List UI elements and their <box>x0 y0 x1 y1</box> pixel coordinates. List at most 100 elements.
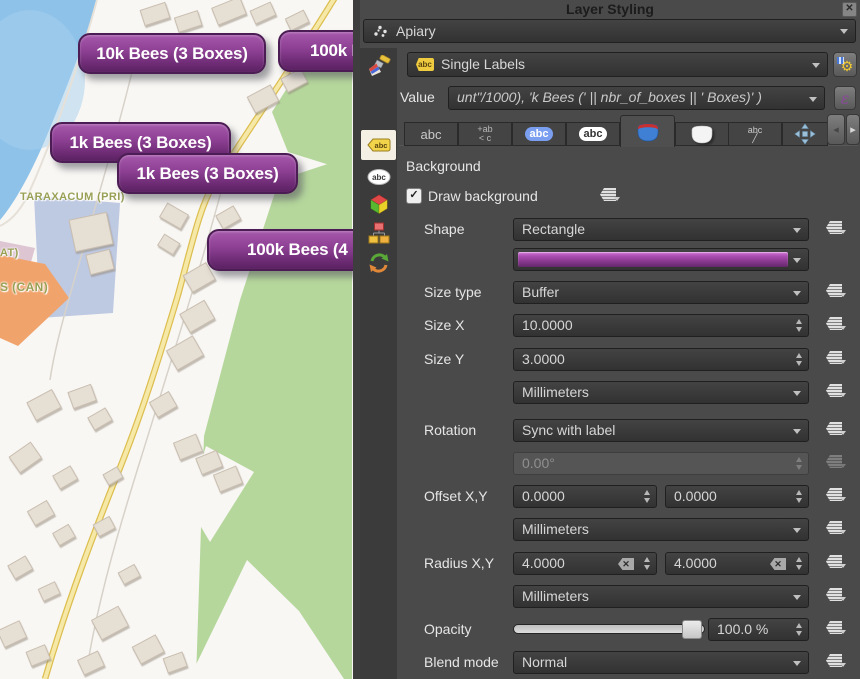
size-units-value: Millimeters <box>522 384 589 400</box>
blend-mode-label: Blend mode <box>424 651 499 674</box>
tab-scroll-right-button[interactable]: ▸ <box>846 114 860 145</box>
size-y-label: Size Y <box>424 348 464 371</box>
offset-x-value: 0.0000 <box>522 488 565 504</box>
svg-text:abc: abc <box>372 173 386 182</box>
tab-callouts[interactable]: abc╱ <box>728 122 782 146</box>
size-x-spinbox[interactable]: 10.0000 <box>513 314 809 337</box>
offset-x-spinbox[interactable]: 0.0000 <box>513 485 657 508</box>
radius-units-dropdown[interactable]: Millimeters <box>513 585 809 608</box>
rotation-label: Rotation <box>424 419 476 442</box>
rotation-angle-spinbox: 0.00° <box>513 452 809 475</box>
expression-text: unt"/1000), 'k Bees (' || nbr_of_boxes |… <box>457 89 762 105</box>
rotation-mode-value: Sync with label <box>522 422 615 438</box>
opacity-spinbox[interactable]: 100.0 % <box>708 618 809 641</box>
qgis-window: TARAXACUM (PRI) AT) S (CAN) 10k Bees (3 … <box>0 0 860 679</box>
clear-value-icon[interactable]: ✕ <box>770 558 786 570</box>
map-label-bubble: 1k Bees (3 Boxes) <box>117 153 298 194</box>
data-defined-override-button[interactable] <box>826 316 846 333</box>
opacity-slider[interactable] <box>513 624 705 634</box>
map-basemap <box>0 0 353 679</box>
offset-units-dropdown[interactable]: Millimeters <box>513 518 809 541</box>
data-defined-override-button <box>826 454 846 471</box>
place-label-can: S (CAN) <box>0 280 48 294</box>
opacity-slider-handle[interactable] <box>682 620 702 639</box>
automated-placement-button[interactable]: ⚙ <box>833 52 857 77</box>
label-mode-dropdown[interactable]: abc Single Labels <box>407 52 828 77</box>
data-defined-override-button[interactable] <box>600 187 620 204</box>
paintbrush-icon <box>367 55 391 79</box>
sidebar-item-labels[interactable]: abc <box>361 130 396 160</box>
layer-styling-panel: Layer Styling ✕ Apiary <box>360 0 860 679</box>
size-type-label: Size type <box>424 281 482 304</box>
tab-background[interactable] <box>620 115 675 147</box>
data-defined-override-button[interactable] <box>826 520 846 537</box>
data-defined-override-button[interactable] <box>826 383 846 400</box>
size-x-label: Size X <box>424 314 464 337</box>
size-y-spinbox[interactable]: 3.0000 <box>513 348 809 371</box>
blend-mode-dropdown[interactable]: Normal <box>513 651 809 674</box>
shape-dropdown[interactable]: Rectangle <box>513 218 809 241</box>
fill-color-dropdown[interactable] <box>513 248 809 271</box>
offset-label: Offset X,Y <box>424 485 488 508</box>
tab-buffer[interactable]: abc <box>512 122 566 146</box>
layer-selector[interactable]: Apiary <box>363 19 856 43</box>
data-defined-override-button[interactable] <box>826 587 846 604</box>
offset-y-spinbox[interactable]: 0.0000 <box>665 485 809 508</box>
opacity-label: Opacity <box>424 618 471 641</box>
radius-x-spinbox[interactable]: 4.0000 ✕ <box>513 552 657 575</box>
label-tag-icon: abc <box>416 58 434 71</box>
data-defined-override-button[interactable] <box>826 350 846 367</box>
sidebar-item-symbology[interactable] <box>361 53 396 81</box>
map-label-text: 100k B <box>310 41 353 61</box>
close-icon[interactable]: ✕ <box>842 2 857 17</box>
gear-icon: ⚙ <box>841 58 854 75</box>
map-label-text: 1k Bees (3 Boxes) <box>69 133 211 153</box>
sidebar-item-history[interactable] <box>361 249 396 277</box>
radius-y-spinbox[interactable]: 4.0000 ✕ <box>665 552 809 575</box>
tab-mask[interactable]: abc <box>566 122 620 146</box>
size-type-dropdown[interactable]: Buffer <box>513 281 809 304</box>
draw-background-checkbox[interactable]: ✓ <box>406 188 422 204</box>
sidebar-item-masks[interactable]: abc <box>361 163 396 191</box>
point-layer-icon <box>372 24 390 38</box>
labels-icon: abc <box>366 136 392 154</box>
map-label-bubble: 100k Bees (4 Boxe <box>207 229 353 271</box>
value-expression-dropdown[interactable]: unt"/1000), 'k Bees (' || nbr_of_boxes |… <box>448 86 825 110</box>
tab-text[interactable]: abc <box>404 122 458 146</box>
rotation-mode-dropdown[interactable]: Sync with label <box>513 419 809 442</box>
place-label-at: AT) <box>0 247 19 259</box>
data-defined-override-button[interactable] <box>826 283 846 300</box>
tab-formatting[interactable]: +ab< c <box>458 122 512 146</box>
tab-scroll-left-button[interactable]: ◂ <box>827 114 845 145</box>
radius-units-value: Millimeters <box>522 588 589 604</box>
tab-placement[interactable] <box>782 122 828 146</box>
offset-y-value: 0.0000 <box>674 488 717 504</box>
map-label-text: 10k Bees (3 Boxes) <box>96 44 247 64</box>
shape-label: Shape <box>424 218 464 241</box>
background-shield-icon <box>636 122 660 142</box>
blend-mode-value: Normal <box>522 654 567 670</box>
data-defined-override-button[interactable] <box>826 653 846 670</box>
map-canvas[interactable]: TARAXACUM (PRI) AT) S (CAN) 10k Bees (3 … <box>0 0 353 679</box>
draw-background-label: Draw background <box>428 185 538 208</box>
data-defined-override-button[interactable] <box>826 620 846 637</box>
tab-shadow[interactable] <box>675 122 729 146</box>
shape-value: Rectangle <box>522 221 585 237</box>
size-x-value: 10.0000 <box>522 317 573 333</box>
scroll-right-icon: ▸ <box>850 123 856 136</box>
data-defined-override-button[interactable] <box>826 554 846 571</box>
panel-splitter[interactable] <box>353 0 360 679</box>
sidebar-item-3d-view[interactable] <box>361 190 396 218</box>
data-defined-override-button[interactable] <box>826 220 846 237</box>
expression-builder-button[interactable]: ε <box>834 86 856 110</box>
size-type-value: Buffer <box>522 284 559 300</box>
offset-units-value: Millimeters <box>522 521 589 537</box>
clear-value-icon[interactable]: ✕ <box>618 558 634 570</box>
shadow-shield-icon <box>690 124 714 144</box>
data-defined-override-button[interactable] <box>826 487 846 504</box>
radius-label: Radius X,Y <box>424 552 494 575</box>
rotation-angle-value: 0.00° <box>522 455 555 471</box>
size-units-dropdown[interactable]: Millimeters <box>513 381 809 404</box>
sidebar-item-diagrams[interactable] <box>361 219 396 247</box>
data-defined-override-button[interactable] <box>826 421 846 438</box>
